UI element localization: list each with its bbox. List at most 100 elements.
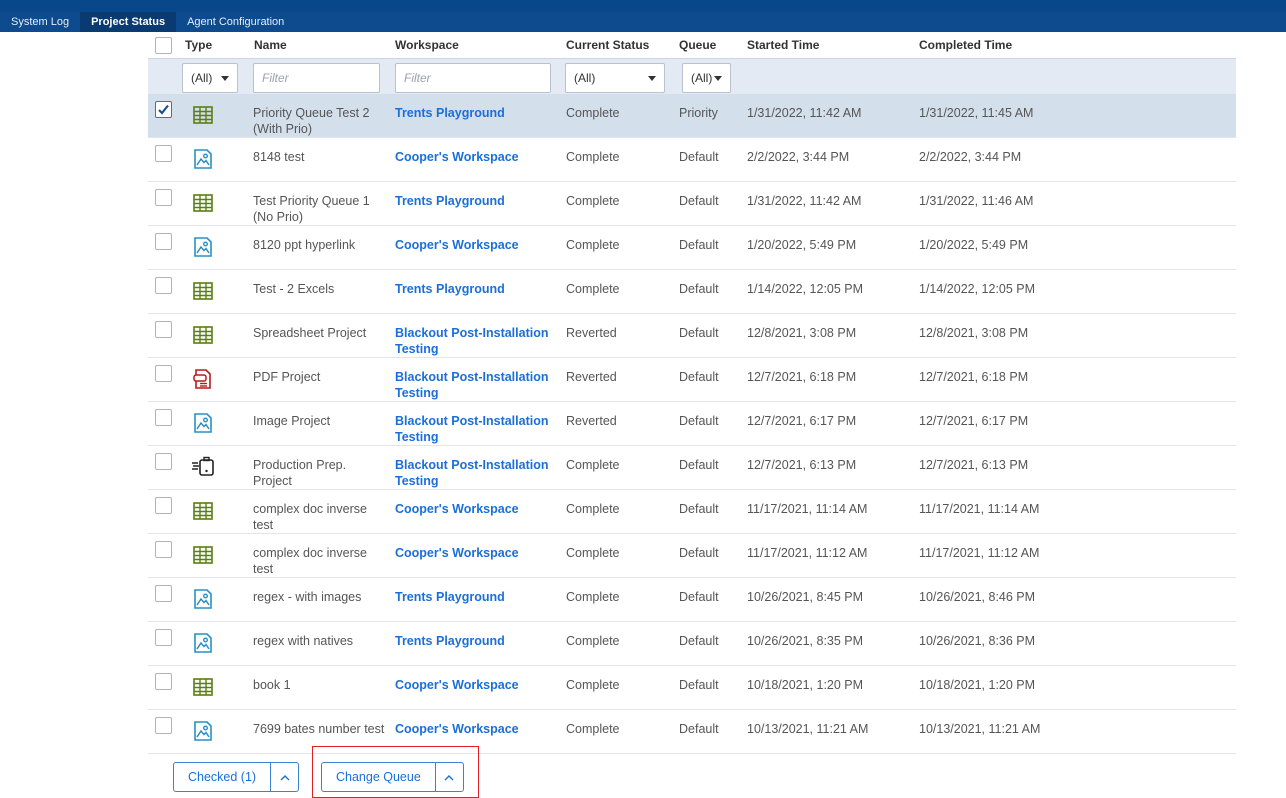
queue-text: Default [679, 502, 719, 516]
workspace-link[interactable]: Trents Playground [395, 193, 560, 209]
row-checkbox[interactable] [155, 585, 172, 602]
status-text: Complete [566, 106, 620, 120]
queue-text: Default [679, 634, 719, 648]
status-text: Complete [566, 722, 620, 736]
table-row[interactable]: regex with natives Trents Playground Compl… [148, 622, 1236, 666]
table-row[interactable]: regex - with images Trents Playground Comp… [148, 578, 1236, 622]
queue-text: Default [679, 370, 719, 384]
table-row[interactable]: Test - 2 Excels Trents Playground Complete… [148, 270, 1236, 314]
workspace-link[interactable]: Blackout Post-Installation Testing [395, 325, 560, 357]
row-checkbox[interactable] [155, 321, 172, 338]
column-header-completed-time[interactable]: Completed Time [919, 38, 1012, 52]
select-all-checkbox[interactable] [155, 37, 172, 54]
checked-menu-button[interactable] [270, 763, 298, 791]
started-time: 1/31/2022, 11:42 AM [747, 194, 862, 208]
grid-filter-row: (All) (All) (All) [148, 58, 1236, 94]
queue-text: Default [679, 458, 719, 472]
table-row[interactable]: Production Prep. Project Blackout Post-In… [148, 446, 1236, 490]
row-checkbox[interactable] [155, 629, 172, 646]
completed-time: 1/31/2022, 11:45 AM [919, 106, 1034, 120]
table-row[interactable]: 8120 ppt hyperlink Cooper's Workspace Comp… [148, 226, 1236, 270]
type-filter-value: (All) [191, 71, 213, 85]
table-row[interactable]: Image Project Blackout Post-Installation … [148, 402, 1236, 446]
queue-text: Default [679, 678, 719, 692]
workspace-link[interactable]: Trents Playground [395, 589, 560, 605]
row-checkbox[interactable] [155, 101, 172, 118]
row-checkbox[interactable] [155, 497, 172, 514]
table-row[interactable]: 8148 test Cooper's Workspace Complete Defau… [148, 138, 1236, 182]
top-strip [0, 0, 1286, 12]
project-name: Spreadsheet Project [253, 326, 367, 340]
workspace-link[interactable]: Cooper's Workspace [395, 721, 560, 737]
name-filter-input[interactable] [253, 63, 380, 93]
workspace-link[interactable]: Blackout Post-Installation Testing [395, 413, 560, 445]
project-name: 7699 bates number test [253, 722, 385, 736]
row-checkbox[interactable] [155, 233, 172, 250]
row-checkbox[interactable] [155, 189, 172, 206]
row-checkbox[interactable] [155, 453, 172, 470]
workspace-link[interactable]: Cooper's Workspace [395, 501, 560, 517]
column-header-type[interactable]: Type [185, 38, 212, 52]
row-checkbox[interactable] [155, 365, 172, 382]
table-row[interactable]: Test Priority Queue 1 (No Prio) Trents Pl… [148, 182, 1236, 226]
project-name: 8148 test [253, 150, 305, 164]
started-time: 1/14/2022, 12:05 PM [747, 282, 864, 296]
queue-text: Default [679, 546, 719, 560]
row-checkbox[interactable] [155, 145, 172, 162]
tab-project-status[interactable]: Project Status [80, 12, 177, 32]
table-row[interactable]: complex doc inverse test Cooper's Workspa… [148, 534, 1236, 578]
completed-time: 2/2/2022, 3:44 PM [919, 150, 1022, 164]
project-name: PDF Project [253, 370, 321, 384]
workspace-link[interactable]: Trents Playground [395, 105, 560, 121]
workspace-link[interactable]: Blackout Post-Installation Testing [395, 369, 560, 401]
column-header-workspace[interactable]: Workspace [395, 38, 459, 52]
workspace-link[interactable]: Trents Playground [395, 281, 560, 297]
status-filter-select[interactable]: (All) [565, 63, 665, 93]
workspace-filter-input[interactable] [395, 63, 551, 93]
tab-agent-configuration[interactable]: Agent Configuration [176, 12, 295, 32]
started-time: 10/26/2021, 8:45 PM [747, 590, 864, 604]
table-row[interactable]: Priority Queue Test 2 (With Prio) Trents … [148, 94, 1236, 138]
started-time: 1/20/2022, 5:49 PM [747, 238, 857, 252]
column-header-started-time[interactable]: Started Time [747, 38, 819, 52]
completed-time: 12/7/2021, 6:13 PM [919, 458, 1029, 472]
status-text: Complete [566, 678, 620, 692]
tab-system-log[interactable]: System Log [0, 12, 80, 32]
chevron-down-icon [221, 76, 229, 81]
table-row[interactable]: Spreadsheet Project Blackout Post-Install… [148, 314, 1236, 358]
checkmark-icon [158, 104, 169, 115]
completed-time: 11/17/2021, 11:14 AM [919, 502, 1040, 516]
started-time: 10/18/2021, 1:20 PM [747, 678, 864, 692]
column-header-queue[interactable]: Queue [679, 38, 716, 52]
workspace-link[interactable]: Cooper's Workspace [395, 149, 560, 165]
workspace-link[interactable]: Cooper's Workspace [395, 677, 560, 693]
table-row[interactable]: PDF Project Blackout Post-Installation Te… [148, 358, 1236, 402]
completed-time: 10/18/2021, 1:20 PM [919, 678, 1036, 692]
queue-filter-select[interactable]: (All) [682, 63, 731, 93]
highlight-annotation [312, 746, 479, 798]
workspace-link[interactable]: Cooper's Workspace [395, 237, 560, 253]
status-text: Complete [566, 238, 620, 252]
completed-time: 1/31/2022, 11:46 AM [919, 194, 1034, 208]
row-checkbox[interactable] [155, 717, 172, 734]
table-row[interactable]: book 1 Cooper's Workspace Complete Default 1… [148, 666, 1236, 710]
row-checkbox[interactable] [155, 673, 172, 690]
checked-button[interactable]: Checked (1) [174, 763, 270, 791]
type-filter-select[interactable]: (All) [182, 63, 238, 93]
row-checkbox[interactable] [155, 541, 172, 558]
workspace-link[interactable]: Cooper's Workspace [395, 545, 560, 561]
started-time: 12/8/2021, 3:08 PM [747, 326, 857, 340]
completed-time: 10/13/2021, 11:21 AM [919, 722, 1041, 736]
status-text: Complete [566, 590, 620, 604]
started-time: 2/2/2022, 3:44 PM [747, 150, 850, 164]
completed-time: 1/14/2022, 12:05 PM [919, 282, 1036, 296]
project-name: book 1 [253, 678, 291, 692]
top-tab-bar: System Log Project Status Agent Configur… [0, 0, 1286, 32]
row-checkbox[interactable] [155, 277, 172, 294]
table-row[interactable]: complex doc inverse test Cooper's Workspa… [148, 490, 1236, 534]
column-header-current-status[interactable]: Current Status [566, 38, 649, 52]
row-checkbox[interactable] [155, 409, 172, 426]
column-header-name[interactable]: Name [254, 38, 287, 52]
workspace-link[interactable]: Trents Playground [395, 633, 560, 649]
workspace-link[interactable]: Blackout Post-Installation Testing [395, 457, 560, 489]
